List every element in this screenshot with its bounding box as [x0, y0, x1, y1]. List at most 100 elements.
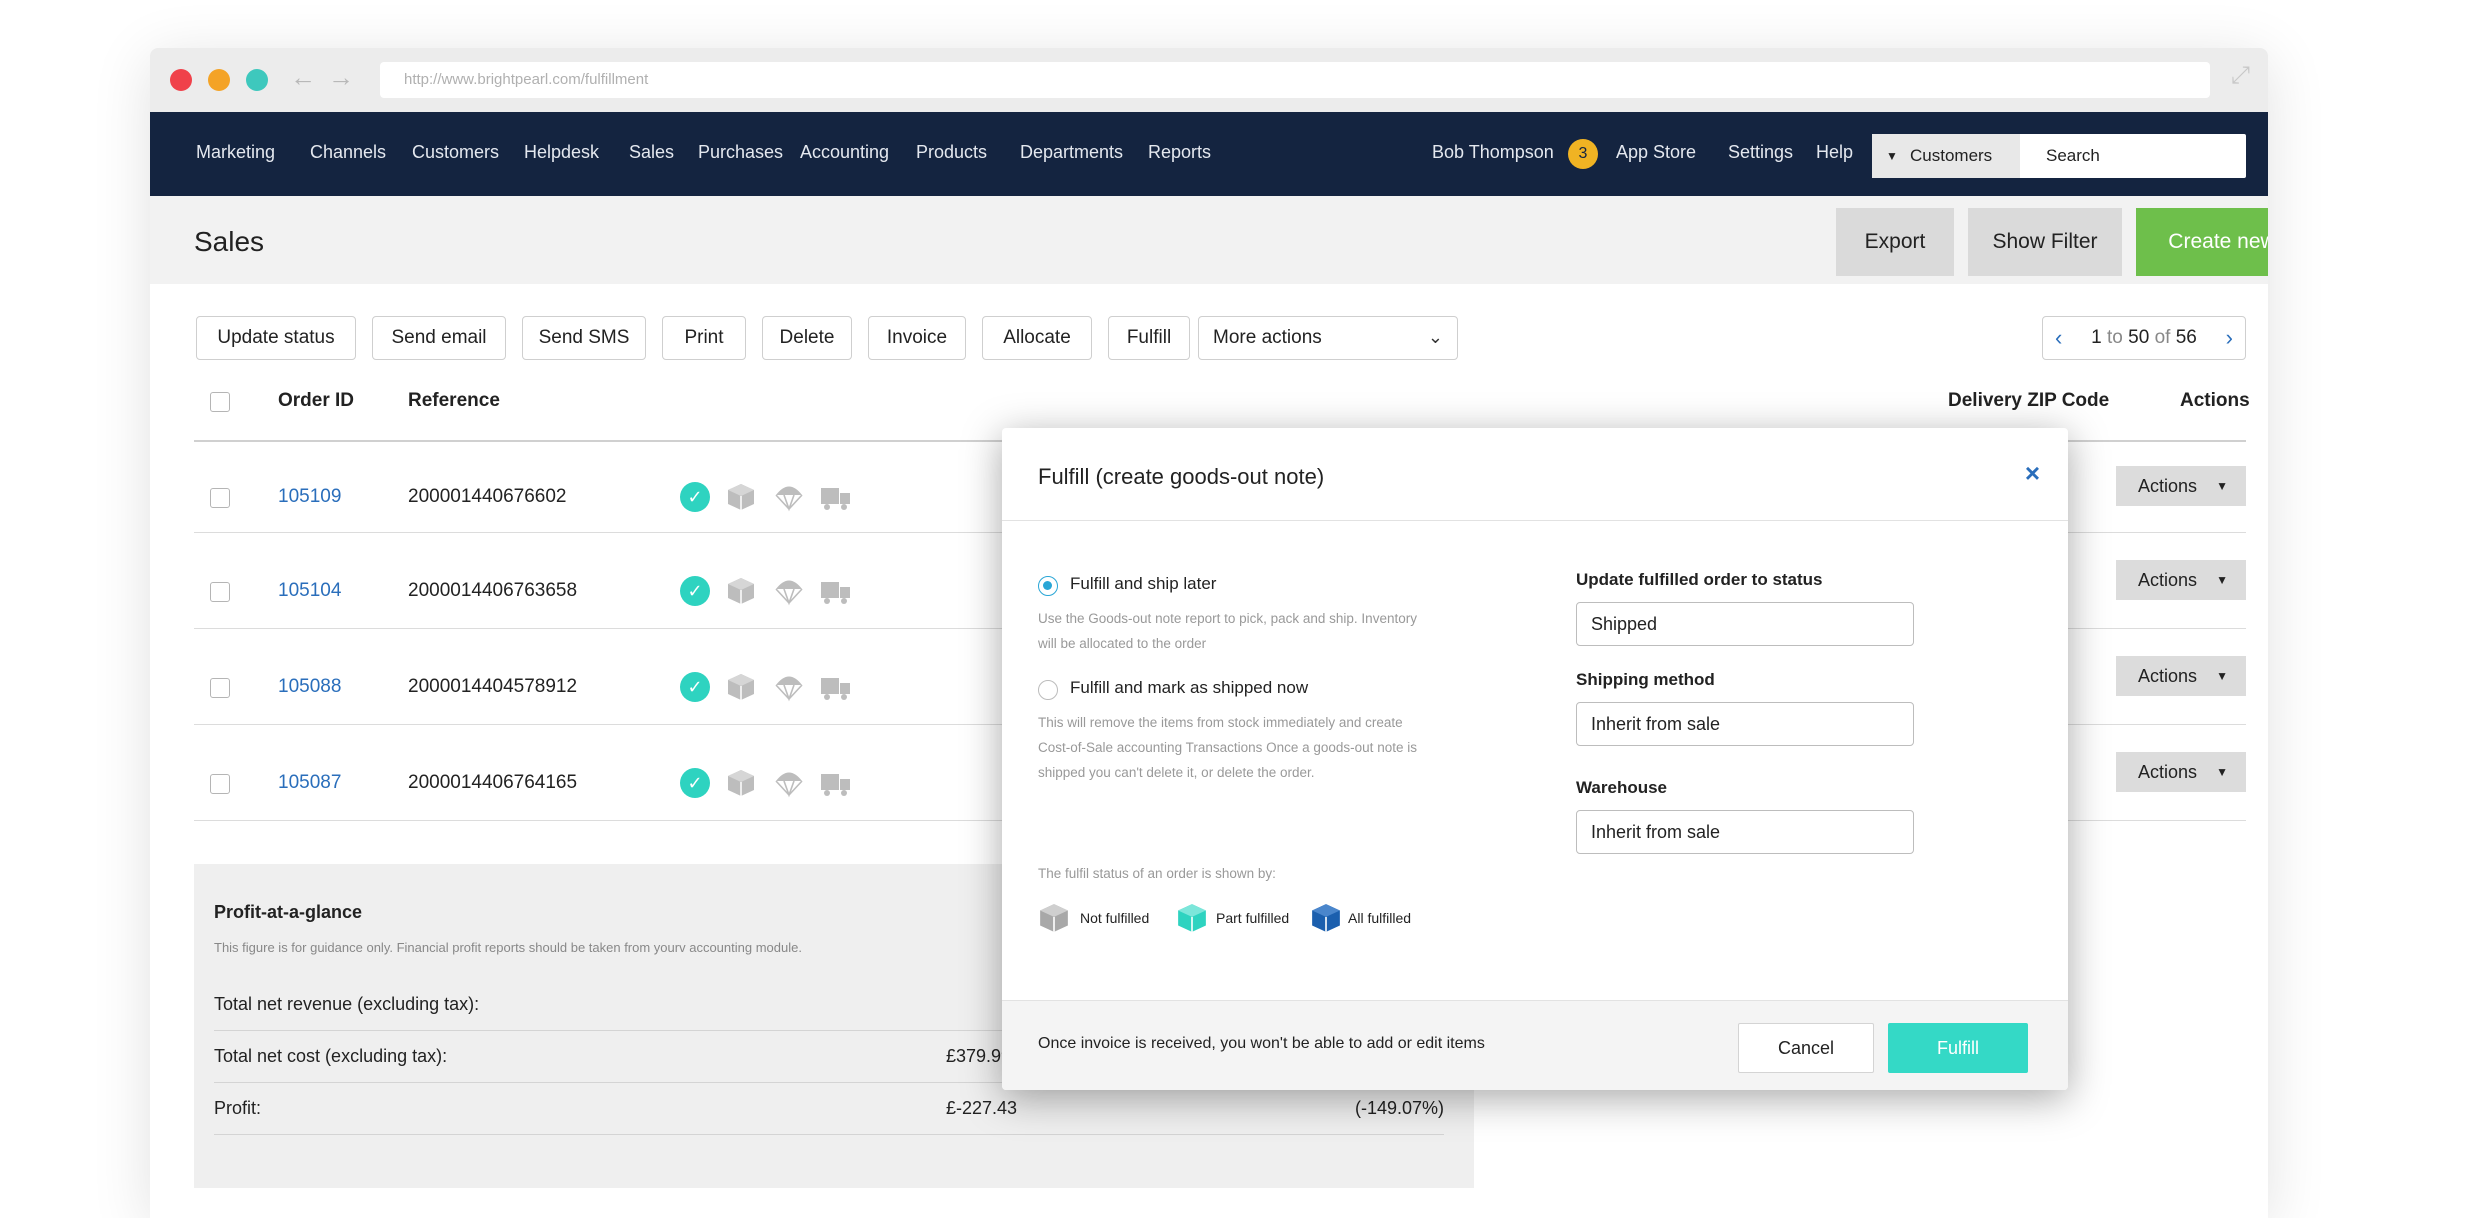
page-header: Sales Export Show Filter Create new [150, 196, 2268, 284]
order-id-link[interactable]: 105109 [278, 486, 341, 508]
box-icon [728, 674, 754, 700]
caret-down-icon: ▼ [2216, 479, 2228, 493]
fulfill-dialog: Fulfill (create goods-out note) × Fulfil… [1002, 428, 2068, 1090]
nav-item-settings[interactable]: Settings [1728, 142, 1793, 163]
column-zip[interactable]: Delivery ZIP Code [1948, 390, 2109, 412]
nav-item-app-store[interactable]: App Store [1616, 142, 1696, 163]
send-sms-button[interactable]: Send SMS [522, 316, 646, 360]
prev-page-icon[interactable]: ‹ [2055, 317, 2062, 359]
column-order-id[interactable]: Order ID [278, 390, 354, 412]
cancel-button[interactable]: Cancel [1738, 1023, 1874, 1073]
nav-item-purchases[interactable]: Purchases [698, 142, 783, 163]
status-field-label: Update fulfilled order to status [1576, 570, 1823, 589]
pagination: ‹ 1 to 50 of 56 › [2042, 316, 2246, 360]
warehouse-field[interactable]: Inherit from sale [1576, 810, 1914, 854]
order-reference: 200001440676602 [408, 486, 567, 507]
maximize-window-button[interactable] [246, 69, 268, 91]
search-scope-label: Customers [1910, 146, 1993, 165]
address-bar[interactable]: http://www.brightpearl.com/fulfillment [380, 62, 2210, 98]
radio-ship-later-label[interactable]: Fulfill and ship later [1070, 574, 1216, 594]
row-actions-button[interactable]: Actions ▼ [2116, 560, 2246, 600]
fulfill-toolbar-button[interactable]: Fulfill [1108, 316, 1190, 360]
show-filter-button[interactable]: Show Filter [1968, 208, 2122, 276]
expand-icon[interactable]: ⤢ [2231, 62, 2250, 90]
column-reference[interactable]: Reference [408, 390, 500, 412]
allocate-button[interactable]: Allocate [982, 316, 1092, 360]
row-actions-button[interactable]: Actions ▼ [2116, 752, 2246, 792]
row-checkbox[interactable] [210, 488, 230, 508]
minimize-window-button[interactable] [208, 69, 230, 91]
nav-item-helpdesk[interactable]: Helpdesk [524, 142, 599, 163]
nav-item-accounting[interactable]: Accounting [800, 142, 889, 163]
truck-icon [821, 488, 850, 510]
warehouse-label: Warehouse [1576, 778, 1668, 797]
invoice-button[interactable]: Invoice [868, 316, 966, 360]
profit-title: Profit-at-a-glance [214, 902, 363, 922]
close-window-button[interactable] [170, 69, 192, 91]
row-checkbox[interactable] [210, 678, 230, 698]
nav-item-departments[interactable]: Departments [1020, 142, 1123, 163]
radio-ship-now[interactable] [1038, 680, 1058, 700]
dialog-divider [1002, 520, 2068, 521]
send-email-button[interactable]: Send email [372, 316, 506, 360]
dialog-title: Fulfill (create goods-out note) [1038, 464, 1325, 489]
caret-down-icon: ▼ [2216, 573, 2228, 587]
shipping-method-field[interactable]: Inherit from sale [1576, 702, 1914, 746]
row-checkbox[interactable] [210, 774, 230, 794]
row-actions-button[interactable]: Actions ▼ [2116, 466, 2246, 506]
nav-item-marketing[interactable]: Marketing [196, 142, 275, 163]
delete-button[interactable]: Delete [762, 316, 852, 360]
close-icon[interactable]: × [2025, 458, 2040, 489]
radio-ship-now-label[interactable]: Fulfill and mark as shipped now [1070, 678, 1308, 698]
order-id-link[interactable]: 105088 [278, 676, 341, 698]
notification-badge[interactable]: 3 [1568, 139, 1598, 169]
footer-note: Once invoice is received, you won't be a… [1038, 1035, 1485, 1052]
fulfill-button[interactable]: Fulfill [1888, 1023, 2028, 1073]
parachute-icon [775, 772, 803, 798]
nav-item-sales[interactable]: Sales [629, 142, 674, 163]
more-actions-select[interactable]: More actions ⌄ [1198, 316, 1458, 360]
search-group: ▼ Customers Search [1872, 134, 2246, 178]
profit-label: Profit: [214, 1098, 262, 1118]
radio-ship-later-help: Use the Goods-out note report to pick, p… [1038, 611, 1417, 651]
box-icon [728, 770, 754, 796]
profit-note: This figure is for guidance only. Financ… [214, 940, 802, 955]
forward-arrow-icon[interactable]: → [328, 62, 354, 93]
back-arrow-icon[interactable]: ← [290, 62, 316, 93]
legend-not-fulfilled: Not fulfilled [1080, 910, 1150, 926]
profit-divider [214, 1134, 1444, 1135]
box-icon [728, 578, 754, 604]
select-all-checkbox[interactable] [210, 392, 230, 412]
row-checkbox[interactable] [210, 582, 230, 602]
shipping-method-label: Shipping method [1576, 670, 1715, 689]
next-page-icon[interactable]: › [2226, 317, 2233, 359]
row-actions-label: Actions [2138, 476, 2198, 496]
caret-down-icon: ▼ [2216, 765, 2228, 779]
row-actions-button[interactable]: Actions ▼ [2116, 656, 2246, 696]
pager-total: 56 [2175, 327, 2197, 348]
revenue-label: Total net revenue (excluding tax): [214, 994, 480, 1014]
search-input[interactable]: Search [2020, 134, 2246, 178]
radio-ship-later[interactable] [1038, 576, 1058, 596]
print-button[interactable]: Print [662, 316, 746, 360]
legend-part-fulfilled: Part fulfilled [1216, 910, 1290, 926]
search-scope-select[interactable]: ▼ Customers [1872, 134, 2020, 178]
row-actions-label: Actions [2138, 762, 2198, 782]
cost-label: Total net cost (excluding tax): [214, 1046, 448, 1066]
profit-value: £-227.43 [946, 1098, 1018, 1118]
export-button[interactable]: Export [1836, 208, 1954, 276]
nav-item-products[interactable]: Products [916, 142, 987, 163]
status-field[interactable]: Shipped [1576, 602, 1914, 646]
nav-item-channels[interactable]: Channels [310, 142, 386, 163]
nav-item-customers[interactable]: Customers [412, 142, 499, 163]
nav-item-help[interactable]: Help [1816, 142, 1853, 163]
truck-icon [821, 678, 850, 700]
check-icon: ✓ [680, 482, 710, 512]
update-status-button[interactable]: Update status [196, 316, 356, 360]
nav-item-reports[interactable]: Reports [1148, 142, 1211, 163]
order-id-link[interactable]: 105104 [278, 580, 341, 602]
create-new-button[interactable]: Create new [2136, 208, 2268, 276]
user-name[interactable]: Bob Thompson [1432, 142, 1554, 163]
check-icon: ✓ [680, 768, 710, 798]
order-id-link[interactable]: 105087 [278, 772, 341, 794]
